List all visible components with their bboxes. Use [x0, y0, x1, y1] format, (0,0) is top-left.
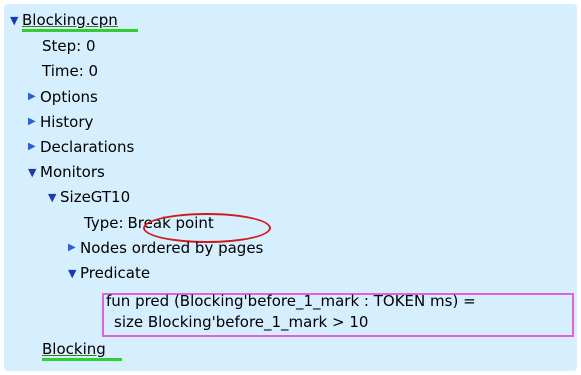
tree-panel: ▼ Blocking.cpn Step: 0 Time: 0 ▶ Options…: [4, 4, 577, 371]
tree-node-monitors[interactable]: ▼ Monitors: [28, 160, 105, 184]
step-label: Step: 0: [42, 37, 96, 55]
tree-node-nodes-ordered[interactable]: ▶ Nodes ordered by pages: [68, 236, 263, 260]
triangle-down-icon[interactable]: ▼: [28, 167, 40, 178]
root-label[interactable]: Blocking.cpn: [22, 11, 118, 29]
options-label[interactable]: Options: [40, 88, 98, 106]
triangle-down-icon[interactable]: ▼: [10, 15, 22, 26]
predicate-label[interactable]: Predicate: [80, 264, 150, 282]
predicate-code-line-2: size Blocking'before_1_mark > 10: [114, 313, 369, 331]
tree-node-monitor-sizegt10[interactable]: ▼ SizeGT10: [48, 185, 130, 209]
tree-node-history[interactable]: ▶ History: [28, 110, 93, 134]
page-link-label[interactable]: Blocking: [42, 340, 106, 358]
monitors-label[interactable]: Monitors: [40, 163, 105, 181]
monitor-label[interactable]: SizeGT10: [60, 188, 130, 206]
history-label[interactable]: History: [40, 113, 93, 131]
tree-node-predicate[interactable]: ▼ Predicate: [68, 261, 150, 285]
nodes-ordered-label[interactable]: Nodes ordered by pages: [80, 239, 263, 257]
declarations-label[interactable]: Declarations: [40, 138, 134, 156]
tree-node-step[interactable]: Step: 0: [42, 34, 96, 58]
tree-node-time[interactable]: Time: 0: [42, 59, 98, 83]
page-link-highlight-underline: [42, 358, 122, 361]
triangle-down-icon[interactable]: ▼: [68, 268, 80, 279]
triangle-right-icon[interactable]: ▶: [28, 142, 40, 152]
predicate-code-line-1: fun pred (Blocking'before_1_mark : TOKEN…: [106, 292, 476, 310]
triangle-right-icon[interactable]: ▶: [28, 117, 40, 127]
type-prefix: Type:: [84, 214, 124, 232]
tree-node-declarations[interactable]: ▶ Declarations: [28, 135, 134, 159]
tree-node-options[interactable]: ▶ Options: [28, 85, 98, 109]
triangle-right-icon[interactable]: ▶: [28, 92, 40, 102]
triangle-down-icon[interactable]: ▼: [48, 192, 60, 203]
time-label: Time: 0: [42, 62, 99, 80]
triangle-right-icon[interactable]: ▶: [68, 243, 80, 253]
root-highlight-underline: [22, 29, 138, 32]
